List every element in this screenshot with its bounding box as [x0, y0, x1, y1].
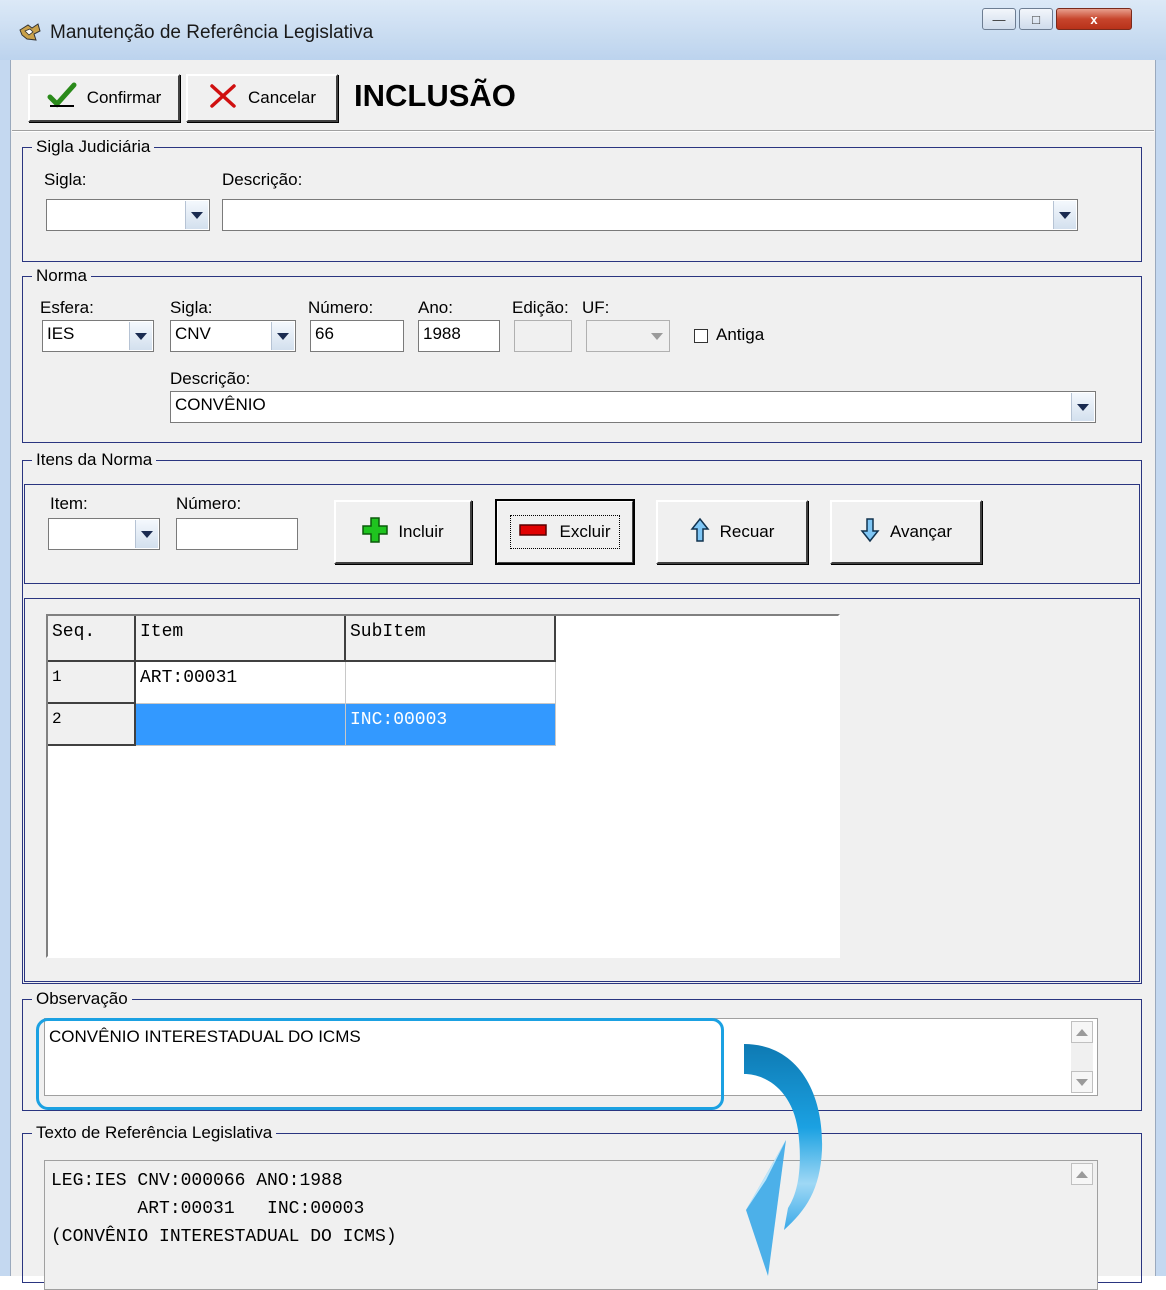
- descricao-label: Descrição:: [222, 170, 303, 189]
- observacao-title: Observação: [32, 989, 132, 1009]
- sigla-judiciaria-title: Sigla Judiciária: [32, 137, 155, 157]
- esfera-label: Esfera:: [40, 298, 94, 317]
- incluir-button[interactable]: Incluir: [334, 500, 472, 564]
- chevron-down-icon[interactable]: [1071, 393, 1094, 421]
- window-frame-left: [0, 60, 10, 1276]
- norma-sigla-label: Sigla:: [170, 298, 213, 317]
- arrow-down-icon: [860, 517, 880, 548]
- mode-title: INCLUSÃO: [354, 78, 516, 113]
- descricao-judiciaria-select[interactable]: [222, 199, 1078, 231]
- texto-line-1: LEG:IES CNV:000066 ANO:1988: [51, 1171, 343, 1191]
- incluir-label: Incluir: [398, 522, 444, 541]
- texto-referencia-title: Texto de Referência Legislativa: [32, 1123, 277, 1143]
- sigla-select[interactable]: [46, 199, 210, 231]
- table-row-item[interactable]: [136, 704, 346, 746]
- curved-arrow-icon: [744, 1044, 823, 1276]
- cancel-x-icon: [208, 82, 238, 115]
- avancar-label: Avançar: [889, 522, 953, 541]
- norma-title: Norma: [32, 266, 92, 286]
- confirm-button[interactable]: Confirmar: [28, 74, 180, 122]
- excluir-label: Excluir: [559, 522, 611, 541]
- itens-grid[interactable]: Seq. Item SubItem 1 ART:00031 2 INC:0000…: [46, 614, 840, 958]
- texto-line-2: ART:00031 INC:00003: [51, 1199, 365, 1219]
- recuar-button[interactable]: Recuar: [656, 500, 808, 564]
- sigla-label: Sigla:: [44, 170, 87, 189]
- cancel-button[interactable]: Cancelar: [186, 74, 338, 122]
- norma-descricao-select[interactable]: CONVÊNIO: [170, 391, 1096, 423]
- numero-label: Número:: [308, 298, 374, 317]
- grid-header-seq[interactable]: Seq.: [48, 616, 136, 662]
- plus-icon: [362, 516, 389, 548]
- excluir-button[interactable]: Excluir: [495, 499, 635, 565]
- antiga-label: Antiga: [716, 325, 765, 344]
- avancar-button[interactable]: Avançar: [830, 500, 982, 564]
- itens-norma-title: Itens da Norma: [32, 450, 157, 470]
- norma-descricao-value: CONVÊNIO: [175, 395, 266, 414]
- minimize-icon: —: [992, 11, 1006, 27]
- scroll-up-icon[interactable]: [1071, 1163, 1093, 1185]
- texto-referencia-scrollbar[interactable]: [1071, 1163, 1093, 1289]
- uf-select[interactable]: [586, 320, 670, 352]
- window-frame-right: [1156, 60, 1166, 1276]
- chevron-down-icon[interactable]: [135, 520, 158, 548]
- edicao-label: Edição:: [512, 298, 569, 317]
- minus-icon: [519, 522, 548, 542]
- ano-label: Ano:: [418, 298, 453, 317]
- table-row-item[interactable]: ART:00031: [136, 662, 346, 704]
- grid-header-item[interactable]: Item: [136, 616, 346, 662]
- chevron-down-icon[interactable]: [185, 201, 208, 229]
- arrow-up-icon: [690, 517, 710, 548]
- norma-sigla-value: CNV: [175, 324, 211, 343]
- texto-referencia-memo[interactable]: LEG:IES CNV:000066 ANO:1988 ART:00031 IN…: [44, 1160, 1098, 1290]
- observacao-highlight-box: [36, 1018, 724, 1110]
- observacao-scrollbar[interactable]: [1071, 1021, 1093, 1093]
- chevron-down-icon[interactable]: [1053, 201, 1076, 229]
- table-row-subitem[interactable]: INC:00003: [346, 704, 556, 746]
- esfera-select[interactable]: IES: [42, 320, 154, 352]
- chevron-down-icon: [646, 322, 668, 350]
- cancel-label: Cancelar: [247, 88, 317, 107]
- ano-value: 1988: [423, 324, 461, 343]
- uf-label: UF:: [582, 298, 610, 317]
- table-row-seq[interactable]: 2: [48, 704, 136, 746]
- app-icon: [18, 22, 42, 42]
- toolbar-separator: [12, 130, 1154, 132]
- edicao-input[interactable]: [514, 320, 572, 352]
- scroll-up-icon[interactable]: [1071, 1021, 1093, 1043]
- item-numero-input[interactable]: [176, 518, 298, 550]
- numero-value: 66: [315, 324, 334, 343]
- norma-descricao-label: Descrição:: [170, 369, 251, 388]
- antiga-checkbox[interactable]: [694, 329, 708, 343]
- minimize-button[interactable]: —: [982, 8, 1016, 30]
- chevron-down-icon[interactable]: [129, 322, 152, 350]
- scroll-down-icon[interactable]: [1071, 1071, 1093, 1093]
- ano-input[interactable]: 1988: [418, 320, 500, 352]
- recuar-label: Recuar: [719, 522, 775, 541]
- chevron-down-icon[interactable]: [271, 322, 294, 350]
- window-title: Manutenção de Referência Legislativa: [50, 22, 374, 43]
- table-row-subitem[interactable]: [346, 662, 556, 704]
- texto-line-3: (CONVÊNIO INTERESTADUAL DO ICMS): [51, 1227, 397, 1247]
- excluir-focus-rect: Excluir: [510, 515, 620, 549]
- check-icon: [47, 82, 77, 115]
- item-numero-label: Número:: [176, 494, 242, 513]
- close-icon: x: [1090, 11, 1098, 27]
- grid-header-subitem[interactable]: SubItem: [346, 616, 556, 662]
- item-label: Item:: [50, 494, 88, 513]
- item-select[interactable]: [48, 518, 160, 550]
- confirm-label: Confirmar: [86, 88, 162, 107]
- maximize-icon: □: [1032, 11, 1040, 27]
- close-button[interactable]: x: [1056, 8, 1132, 30]
- maximize-button[interactable]: □: [1019, 8, 1053, 30]
- table-row-seq[interactable]: 1: [48, 662, 136, 704]
- norma-sigla-select[interactable]: CNV: [170, 320, 296, 352]
- numero-input[interactable]: 66: [310, 320, 404, 352]
- esfera-value: IES: [47, 324, 75, 343]
